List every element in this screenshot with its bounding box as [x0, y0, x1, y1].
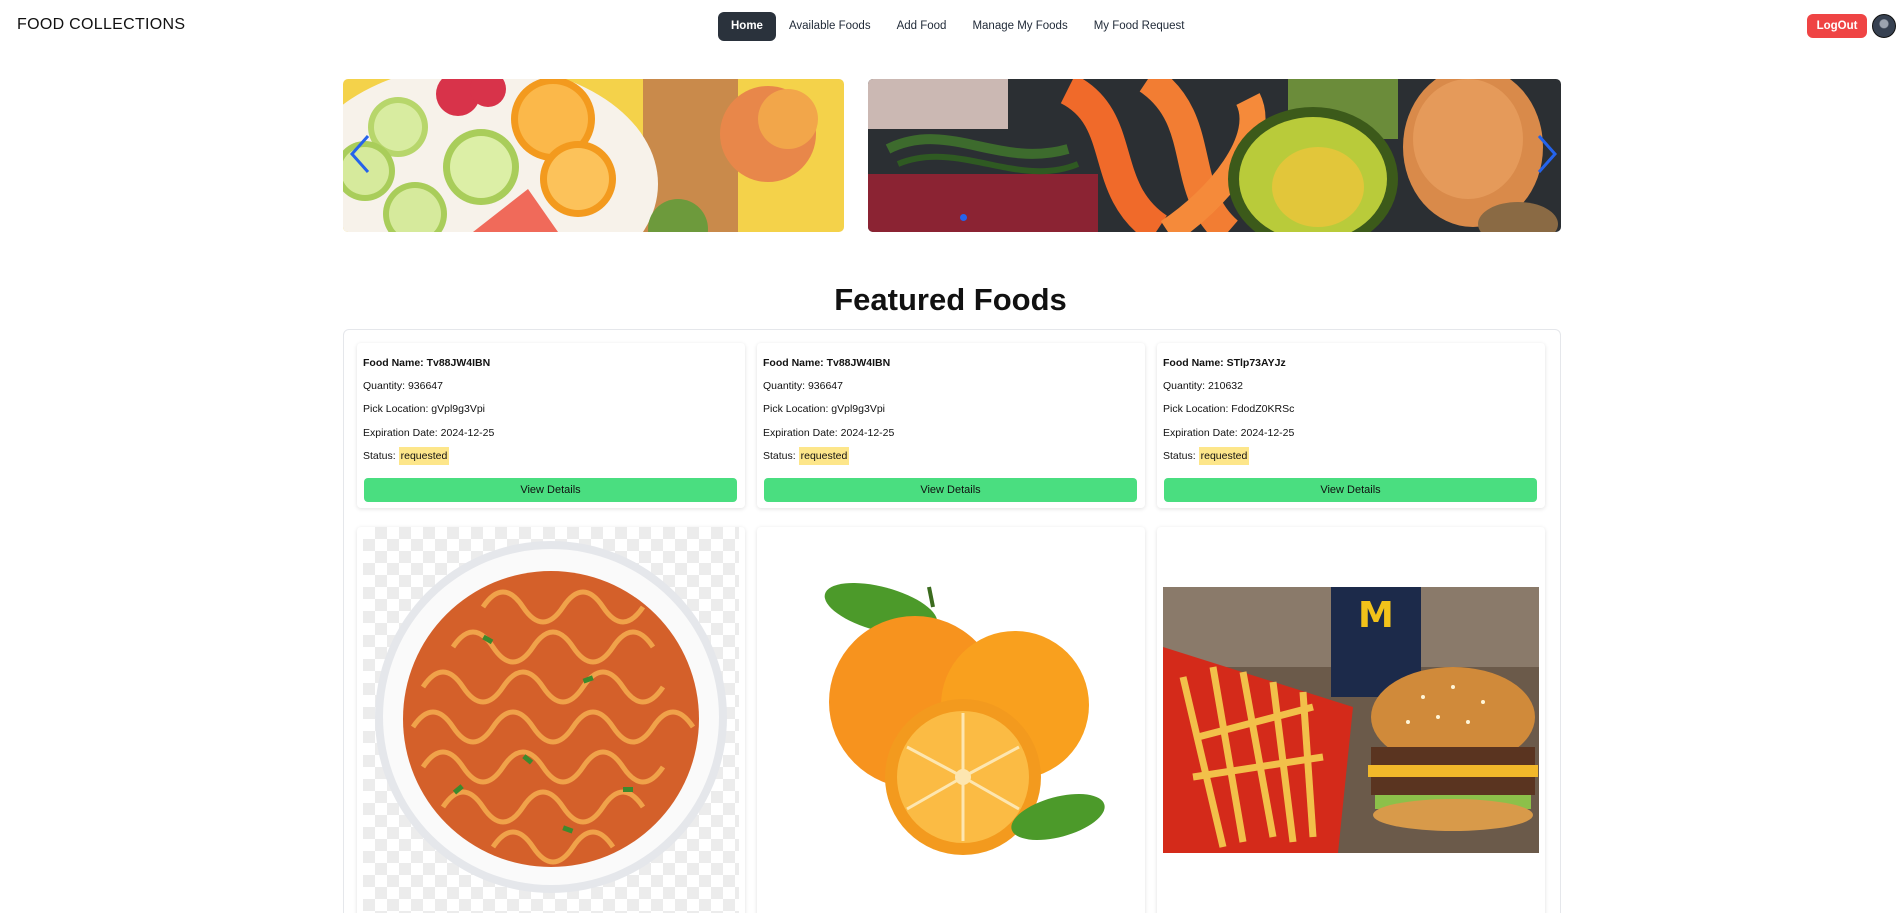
hero-carousel: [343, 79, 1561, 232]
food-name-row: Food Name: Tv88JW4IBN: [363, 357, 491, 369]
nav-manage-my-foods[interactable]: Manage My Foods: [959, 12, 1080, 41]
food-name-value: Tv88JW4IBN: [826, 357, 891, 369]
food-card: Food Name: Tv88JW4IBN Quantity: 936647 P…: [757, 343, 1145, 508]
status-badge: requested: [398, 447, 450, 465]
pick-location-row: Pick Location: gVpl9g3Vpi: [763, 403, 886, 415]
quantity-value: 210632: [1207, 380, 1243, 392]
burger-and-fries-image: M: [1163, 587, 1539, 853]
food-image-card[interactable]: [757, 527, 1145, 913]
expiration-date-value: 2024-12-25: [1240, 427, 1295, 439]
featured-foods-heading: Featured Foods: [834, 282, 1067, 317]
quantity-row: Quantity: 210632: [1163, 380, 1243, 392]
noodle-bowl-image: [363, 527, 739, 913]
status-row: Status: requested: [363, 447, 450, 465]
view-details-button[interactable]: View Details: [364, 478, 737, 502]
status-badge: requested: [1198, 447, 1250, 465]
produce-and-seafood-image: [868, 79, 1561, 232]
status-row: Status: requested: [1163, 447, 1250, 465]
logout-button[interactable]: LogOut: [1807, 14, 1867, 38]
quantity-row: Quantity: 936647: [363, 380, 443, 392]
navbar: FOOD COLLECTIONS Home Available Foods Ad…: [0, 0, 1901, 52]
nav-available-foods[interactable]: Available Foods: [776, 12, 884, 41]
expiration-date-row: Expiration Date: 2024-12-25: [1163, 427, 1295, 439]
status-badge: requested: [798, 447, 850, 465]
view-details-button[interactable]: View Details: [1164, 478, 1537, 502]
carousel-next-arrow-icon[interactable]: [1535, 134, 1559, 174]
food-card: Food Name: Tv88JW4IBN Quantity: 936647 P…: [357, 343, 745, 508]
carousel-prev-arrow-icon[interactable]: [348, 134, 372, 174]
pick-location-value: gVpl9g3Vpi: [831, 403, 886, 415]
food-image-card[interactable]: M: [1157, 527, 1545, 913]
nav-my-food-request[interactable]: My Food Request: [1081, 12, 1198, 41]
food-image-card[interactable]: [357, 527, 745, 913]
expiration-date-value: 2024-12-25: [440, 427, 495, 439]
fruit-platter-image: [343, 79, 844, 232]
pick-location-value: gVpl9g3Vpi: [431, 403, 486, 415]
pick-location-row: Pick Location: FdodZ0KRSc: [1163, 403, 1295, 415]
food-name-value: STlp73AYJz: [1226, 357, 1286, 369]
expiration-date-row: Expiration Date: 2024-12-25: [363, 427, 495, 439]
brand-logo[interactable]: FOOD COLLECTIONS: [17, 16, 185, 34]
quantity-value: 936647: [407, 380, 443, 392]
oranges-image: [763, 527, 1139, 913]
view-details-button[interactable]: View Details: [764, 478, 1137, 502]
nav-add-food[interactable]: Add Food: [884, 12, 960, 41]
expiration-date-value: 2024-12-25: [840, 427, 895, 439]
nav-home[interactable]: Home: [718, 12, 776, 41]
pick-location-value: FdodZ0KRSc: [1231, 403, 1295, 415]
svg-text:M: M: [1358, 595, 1394, 636]
food-card: Food Name: STlp73AYJz Quantity: 210632 P…: [1157, 343, 1545, 508]
food-name-row: Food Name: Tv88JW4IBN: [763, 357, 891, 369]
status-row: Status: requested: [763, 447, 850, 465]
quantity-value: 936647: [807, 380, 843, 392]
pick-location-row: Pick Location: gVpl9g3Vpi: [363, 403, 486, 415]
carousel-pagination-dot[interactable]: [960, 214, 967, 221]
nav-links: Home Available Foods Add Food Manage My …: [718, 12, 1197, 41]
food-name-row: Food Name: STlp73AYJz: [1163, 357, 1286, 369]
quantity-row: Quantity: 936647: [763, 380, 843, 392]
food-name-value: Tv88JW4IBN: [426, 357, 491, 369]
user-avatar[interactable]: [1872, 14, 1896, 38]
expiration-date-row: Expiration Date: 2024-12-25: [763, 427, 895, 439]
